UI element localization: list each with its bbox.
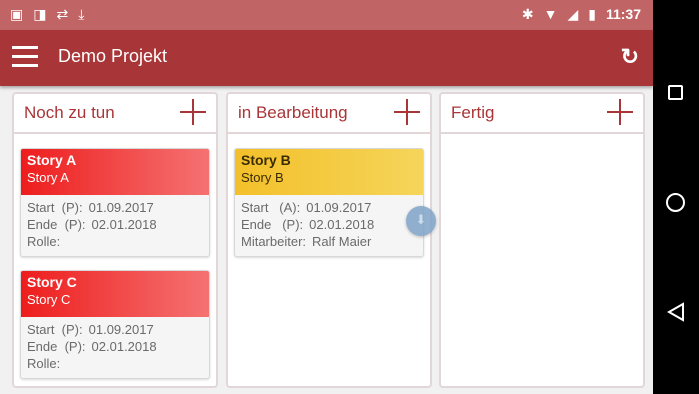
add-story-button[interactable] <box>180 99 206 125</box>
add-story-button[interactable] <box>607 99 633 125</box>
card-row: Start (A): 01.09.2017 <box>241 199 417 216</box>
row-value: 01.09.2017 <box>88 322 154 337</box>
page-title: Demo Projekt <box>58 46 168 66</box>
card-body: Start (A): 01.09.2017 Ende (P): 02.01.2018… <box>235 195 423 256</box>
card-row: Ende (P): 02.01.2018 <box>241 216 417 233</box>
card-row: Rolle: <box>27 233 203 250</box>
status-right-icons: ✱ ▼ ◢ ▮ 11:37 <box>522 5 641 23</box>
column-title: Fertig <box>451 103 495 122</box>
row-label: Mitarbeiter: <box>241 234 307 249</box>
card-subtitle: Story C <box>27 292 71 307</box>
signal-icon: ◢ <box>567 6 579 22</box>
column-header: in Bearbeitung <box>228 94 430 134</box>
app-bar: Demo Projekt ↻ <box>0 30 653 86</box>
row-value: 02.01.2018 <box>91 339 157 354</box>
card-title: Story A <box>27 152 77 168</box>
story-card-a[interactable]: Story A Story A Start (P): 01.09.2017 End… <box>20 148 210 257</box>
story-card-b[interactable]: Story B Story B Start (A): 01.09.2017 End… <box>234 148 424 257</box>
card-body: Start (P): 01.09.2017 Ende (P): 02.01.2018… <box>21 195 209 256</box>
refresh-icon[interactable]: ↻ <box>621 44 639 70</box>
card-row: Start (P): 01.09.2017 <box>27 199 203 216</box>
bluetooth-icon: ✱ <box>521 6 534 22</box>
card-row: Start (P): 01.09.2017 <box>27 321 203 338</box>
row-value: 02.01.2018 <box>309 217 375 232</box>
card-header: Story B Story B <box>235 149 423 195</box>
row-label: Rolle: <box>27 356 61 371</box>
card-row: Ende (P): 02.01.2018 <box>27 338 203 355</box>
status-left-icons: ▣ ◨ ⇄ ⤓ <box>10 5 84 23</box>
row-value: 01.09.2017 <box>306 200 372 215</box>
row-label: Ende (P): <box>27 217 86 232</box>
android-nav-bar <box>653 0 699 394</box>
home-icon[interactable] <box>666 193 685 212</box>
download-icon: ⤓ <box>78 6 85 22</box>
status-bar: ▣ ◨ ⇄ ⤓ ✱ ▼ ◢ ▮ 11:37 <box>0 0 653 30</box>
wifi-icon: ▼ <box>543 6 558 22</box>
back-icon[interactable] <box>667 302 685 322</box>
row-label: Start (A): <box>241 200 301 215</box>
card-subtitle: Story B <box>241 170 284 185</box>
app-screen: ▣ ◨ ⇄ ⤓ ✱ ▼ ◢ ▮ 11:37 Demo Projekt ↻ Noc… <box>0 0 653 394</box>
column-in-bearbeitung: in Bearbeitung Story B Story B Start (A)… <box>226 92 432 388</box>
card-row: Mitarbeiter: Ralf Maier <box>241 233 417 250</box>
chat-icon: ◨ <box>33 6 47 22</box>
sync-icon: ⇄ <box>56 6 69 22</box>
row-value: Ralf Maier <box>312 234 372 249</box>
row-value: 01.09.2017 <box>88 200 154 215</box>
row-label: Start (P): <box>27 200 83 215</box>
card-subtitle: Story A <box>27 170 69 185</box>
row-label: Ende (P): <box>241 217 304 232</box>
card-title: Story C <box>27 274 77 290</box>
card-row: Rolle: <box>27 355 203 372</box>
image-icon: ▣ <box>10 6 24 22</box>
battery-icon: ▮ <box>588 6 596 22</box>
column-title: in Bearbeitung <box>238 103 348 122</box>
card-row: Ende (P): 02.01.2018 <box>27 216 203 233</box>
row-label: Start (P): <box>27 322 83 337</box>
card-title: Story B <box>241 152 291 168</box>
row-label: Rolle: <box>27 234 61 249</box>
column-noch-zu-tun: Noch zu tun Story A Story A Start (P): 01… <box>12 92 218 388</box>
row-value: 02.01.2018 <box>91 217 157 232</box>
card-body: Start (P): 01.09.2017 Ende (P): 02.01.2018… <box>21 317 209 378</box>
card-header: Story C Story C <box>21 271 209 317</box>
recent-apps-icon[interactable] <box>668 85 683 100</box>
column-header: Fertig <box>441 94 643 134</box>
column-title: Noch zu tun <box>24 103 115 122</box>
card-header: Story A Story A <box>21 149 209 195</box>
drag-handle-icon[interactable] <box>406 206 436 236</box>
column-header: Noch zu tun <box>14 94 216 134</box>
status-time: 11:37 <box>605 6 641 22</box>
menu-icon[interactable] <box>12 46 38 68</box>
story-card-c[interactable]: Story C Story C Start (P): 01.09.2017 End… <box>20 270 210 379</box>
row-label: Ende (P): <box>27 339 86 354</box>
column-fertig: Fertig <box>439 92 645 388</box>
add-story-button[interactable] <box>394 99 420 125</box>
